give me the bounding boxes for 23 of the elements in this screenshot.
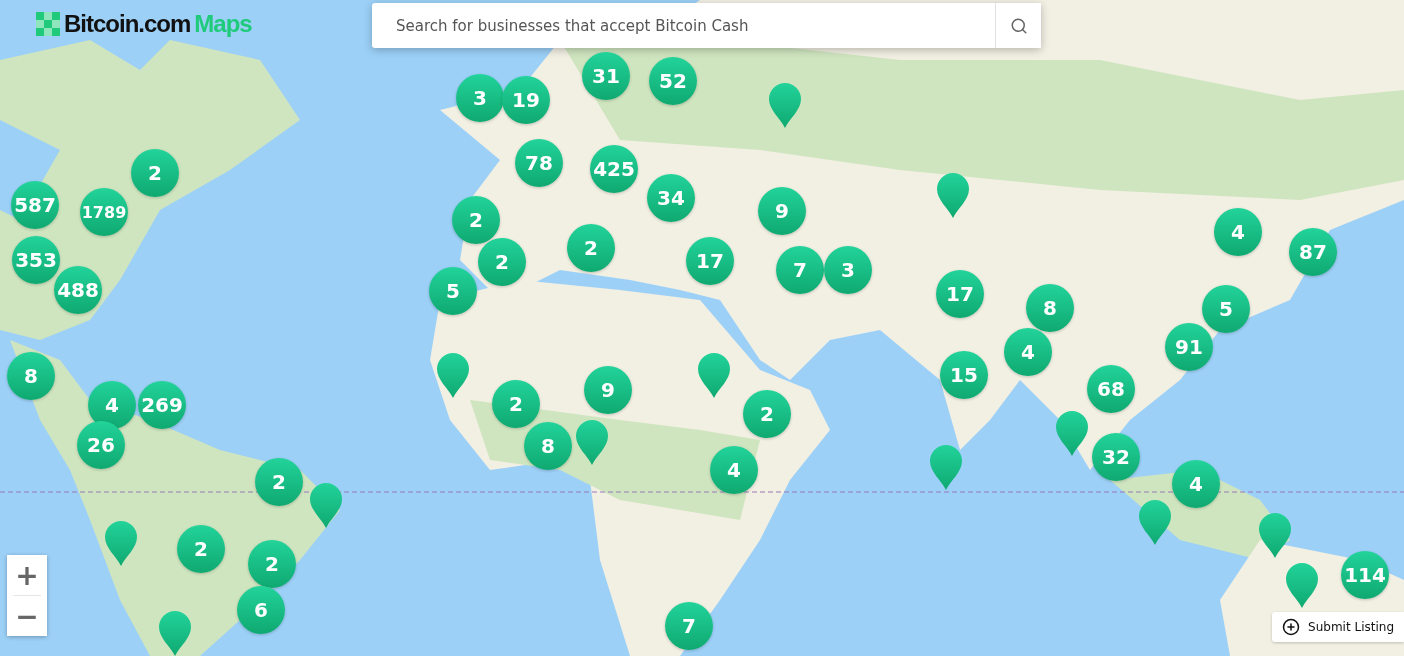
map-pin-icon[interactable]	[309, 482, 343, 528]
map-pin-icon[interactable]	[575, 419, 609, 465]
map-pin-icon[interactable]	[1138, 499, 1172, 545]
map-pin-icon[interactable]	[1258, 512, 1292, 558]
logo-mark-icon	[36, 12, 60, 36]
zoom-out-button[interactable]: −	[7, 596, 47, 636]
map-pin-icon[interactable]	[936, 172, 970, 218]
map-pin-icon[interactable]	[1055, 410, 1089, 456]
zoom-in-button[interactable]: +	[7, 555, 47, 595]
plus-circle-icon	[1282, 618, 1301, 636]
map-pin-icon[interactable]	[929, 444, 963, 490]
logo-product-text: Maps	[194, 10, 252, 38]
map-pin-icon[interactable]	[104, 520, 138, 566]
map-pin-icon[interactable]	[436, 352, 470, 398]
submit-listing-button[interactable]: Submit Listing	[1272, 612, 1404, 642]
search-icon	[1009, 16, 1028, 35]
map-pin-icon[interactable]	[768, 82, 802, 128]
map-pin-icon[interactable]	[697, 352, 731, 398]
search-button[interactable]	[995, 3, 1041, 48]
logo-brand-text: Bitcoin.com	[64, 10, 191, 38]
map-pin-icon[interactable]	[158, 610, 192, 656]
map-pin-icon[interactable]	[1285, 562, 1319, 608]
logo[interactable]: Bitcoin.com Maps	[36, 10, 252, 38]
